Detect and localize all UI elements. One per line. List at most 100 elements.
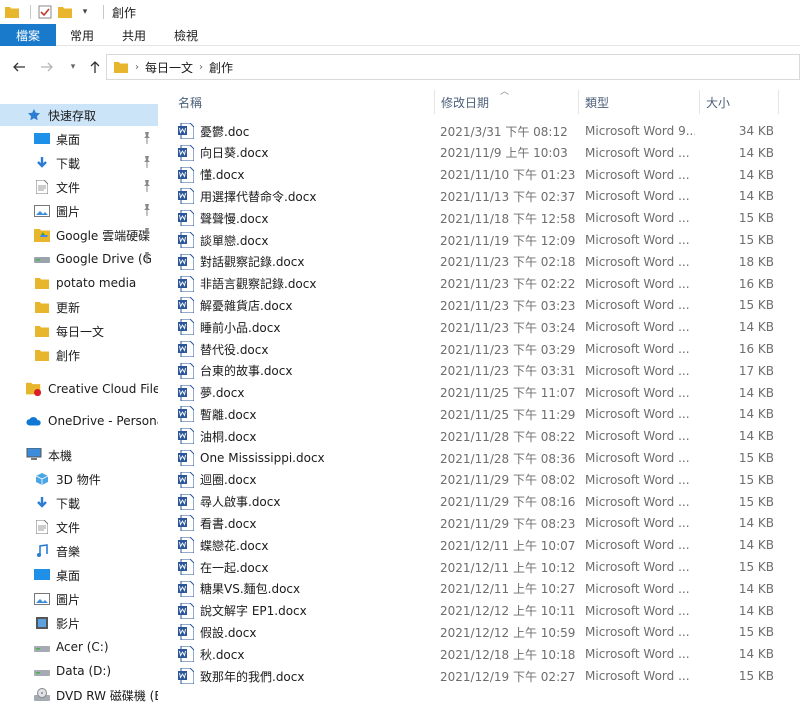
file-name-cell[interactable]: 談單戀.docx	[178, 229, 428, 251]
sidebar-item[interactable]: Data (D:)	[0, 660, 158, 682]
sidebar-item[interactable]: 本機	[0, 444, 158, 466]
file-name: 解憂雜貨店.docx	[200, 298, 293, 313]
address-bar[interactable]: › 每日一文 › 創作	[106, 54, 800, 80]
sidebar-item[interactable]: 3D 物件	[0, 468, 158, 490]
sidebar-item[interactable]: 圖片	[0, 588, 158, 610]
column-header-size[interactable]: 大小	[700, 90, 778, 114]
sidebar-item[interactable]: 影片	[0, 612, 158, 634]
file-name-cell[interactable]: 替代役.docx	[178, 338, 428, 360]
sidebar-item[interactable]: Acer (C:)	[0, 636, 158, 658]
sidebar-item[interactable]: Google Drive (G	[0, 248, 158, 270]
file-name-cell[interactable]: 暫離.docx	[178, 403, 428, 425]
file-name-cell[interactable]: 迴圈.docx	[178, 469, 428, 491]
file-row[interactable]: 暫離.docx 2021/11/25 下午 11:29 Microsoft Word…	[172, 403, 780, 425]
file-row[interactable]: 睡前小品.docx 2021/11/23 下午 03:24 Microsoft Wo…	[172, 316, 780, 338]
sidebar-item[interactable]: potato media	[0, 272, 158, 294]
sidebar-item[interactable]: 音樂	[0, 540, 158, 562]
file-row[interactable]: 致那年的我們.docx 2021/12/19 下午 02:27 Microsoft …	[172, 665, 780, 687]
file-name-cell[interactable]: 睡前小品.docx	[178, 316, 428, 338]
sidebar-item[interactable]: 圖片	[0, 200, 158, 222]
file-row[interactable]: 假設.docx 2021/12/12 上午 10:59 Microsoft Word…	[172, 621, 780, 643]
sidebar-item[interactable]: 桌面	[0, 564, 158, 586]
file-name-cell[interactable]: 糖果VS.麵包.docx	[178, 578, 428, 600]
sidebar-item[interactable]: 文件	[0, 176, 158, 198]
back-arrow-icon[interactable]	[8, 56, 30, 78]
file-row[interactable]: 糖果VS.麵包.docx 2021/12/11 上午 10:27 Microsoft…	[172, 578, 780, 600]
column-divider[interactable]	[778, 90, 779, 114]
file-name-cell[interactable]: 尋人啟事.docx	[178, 491, 428, 513]
tab-view[interactable]: 檢視	[160, 24, 212, 46]
file-row[interactable]: 解憂雜貨店.docx 2021/11/23 下午 03:23 Microsoft W…	[172, 294, 780, 316]
file-row[interactable]: 油桐.docx 2021/11/28 下午 08:22 Microsoft Word…	[172, 425, 780, 447]
sidebar-item[interactable]: 下載	[0, 492, 158, 514]
file-row[interactable]: 蝶戀花.docx 2021/12/11 上午 10:07 Microsoft Wor…	[172, 534, 780, 556]
file-name-cell[interactable]: 對話觀察記錄.docx	[178, 251, 428, 273]
sidebar-item[interactable]: DVD RW 磁碟機 (E:	[0, 684, 158, 706]
breadcrumb-parent[interactable]: 每日一文	[145, 59, 193, 76]
column-header-name[interactable]: 名稱	[172, 90, 434, 114]
tab-share[interactable]: 共用	[108, 24, 160, 46]
file-row[interactable]: 非語言觀察記錄.docx 2021/11/23 下午 02:22 Microsoft…	[172, 273, 780, 295]
sidebar-item[interactable]: 下載	[0, 152, 158, 174]
file-name-cell[interactable]: 致那年的我們.docx	[178, 665, 428, 687]
properties-checkbox-icon[interactable]	[37, 4, 53, 20]
file-name-cell[interactable]: 假設.docx	[178, 621, 428, 643]
sidebar-item[interactable]: OneDrive - Personal	[0, 410, 158, 432]
file-name-cell[interactable]: 在一起.docx	[178, 556, 428, 578]
file-row[interactable]: 談單戀.docx 2021/11/19 下午 12:09 Microsoft Wor…	[172, 229, 780, 251]
file-row[interactable]: 夢.docx 2021/11/25 下午 11:07 Microsoft Word …	[172, 382, 780, 404]
pin-icon	[142, 156, 154, 168]
chevron-right-icon[interactable]: ›	[199, 62, 203, 73]
tab-file[interactable]: 檔案	[0, 24, 56, 46]
file-row[interactable]: 憂鬱.doc 2021/3/31 下午 08:12 Microsoft Word 9…	[172, 120, 780, 142]
file-name-cell[interactable]: 夢.docx	[178, 382, 428, 404]
file-name-cell[interactable]: 看書.docx	[178, 512, 428, 534]
file-name-cell[interactable]: 說文解字 EP1.docx	[178, 600, 428, 622]
file-row[interactable]: 向日葵.docx 2021/11/9 上午 10:03 Microsoft Word…	[172, 142, 780, 164]
file-row[interactable]: 對話觀察記錄.docx 2021/11/23 下午 02:18 Microsoft …	[172, 251, 780, 273]
file-row[interactable]: 用選擇代替命令.docx 2021/11/13 下午 02:37 Microsoft…	[172, 185, 780, 207]
recent-locations-chevron-icon[interactable]: ▾	[62, 56, 84, 78]
file-row[interactable]: 尋人啟事.docx 2021/11/29 下午 08:16 Microsoft Wo…	[172, 491, 780, 513]
file-name-cell[interactable]: 懂.docx	[178, 164, 428, 186]
forward-arrow-icon[interactable]	[36, 56, 58, 78]
file-name-cell[interactable]: 解憂雜貨店.docx	[178, 294, 428, 316]
file-row[interactable]: 聲聲慢.docx 2021/11/18 下午 12:58 Microsoft Wor…	[172, 207, 780, 229]
sidebar-item[interactable]: Creative Cloud Files	[0, 378, 158, 400]
sidebar-item[interactable]: Google 雲端硬碟	[0, 224, 158, 246]
sidebar-item[interactable]: 文件	[0, 516, 158, 538]
file-name-cell[interactable]: 秋.docx	[178, 643, 428, 665]
file-name-cell[interactable]: 聲聲慢.docx	[178, 207, 428, 229]
file-name-cell[interactable]: 用選擇代替命令.docx	[178, 185, 428, 207]
file-name-cell[interactable]: 台東的故事.docx	[178, 360, 428, 382]
tab-home[interactable]: 常用	[56, 24, 108, 46]
file-name-cell[interactable]: 憂鬱.doc	[178, 120, 428, 142]
file-name-cell[interactable]: 蝶戀花.docx	[178, 534, 428, 556]
file-size: 14 KB	[738, 538, 774, 553]
new-folder-icon[interactable]	[57, 4, 73, 20]
file-name-cell[interactable]: One Mississippi.docx	[178, 447, 428, 469]
chevron-right-icon[interactable]: ›	[135, 62, 139, 73]
sidebar-item[interactable]: 快速存取	[0, 104, 158, 126]
column-header-type[interactable]: 類型	[579, 90, 699, 114]
file-row[interactable]: 懂.docx 2021/11/10 下午 01:23 Microsoft Word …	[172, 164, 780, 186]
sidebar-item[interactable]: 桌面	[0, 128, 158, 150]
file-row[interactable]: 台東的故事.docx 2021/11/23 下午 03:31 Microsoft W…	[172, 360, 780, 382]
sidebar-item[interactable]: 更新	[0, 296, 158, 318]
up-arrow-icon[interactable]	[84, 56, 106, 78]
file-row[interactable]: One Mississippi.docx 2021/11/28 下午 08:36 M…	[172, 447, 780, 469]
file-row[interactable]: 說文解字 EP1.docx 2021/12/12 上午 10:11 Microsof…	[172, 600, 780, 622]
breadcrumb-current[interactable]: 創作	[209, 59, 233, 76]
file-row[interactable]: 秋.docx 2021/12/18 上午 10:18 Microsoft Word …	[172, 643, 780, 665]
file-row[interactable]: 迴圈.docx 2021/11/29 下午 08:02 Microsoft Word…	[172, 469, 780, 491]
file-name-cell[interactable]: 非語言觀察記錄.docx	[178, 273, 428, 295]
file-name-cell[interactable]: 油桐.docx	[178, 425, 428, 447]
file-name-cell[interactable]: 向日葵.docx	[178, 142, 428, 164]
sidebar-item[interactable]: 每日一文	[0, 320, 158, 342]
file-row[interactable]: 替代役.docx 2021/11/23 下午 03:29 Microsoft Wor…	[172, 338, 780, 360]
customize-quick-access-icon[interactable]: ▾	[77, 4, 93, 20]
column-header-date[interactable]: 修改日期	[435, 90, 578, 114]
file-row[interactable]: 看書.docx 2021/11/29 下午 08:23 Microsoft Word…	[172, 512, 780, 534]
sidebar-item[interactable]: 創作	[0, 344, 158, 366]
file-row[interactable]: 在一起.docx 2021/12/11 上午 10:12 Microsoft Wor…	[172, 556, 780, 578]
